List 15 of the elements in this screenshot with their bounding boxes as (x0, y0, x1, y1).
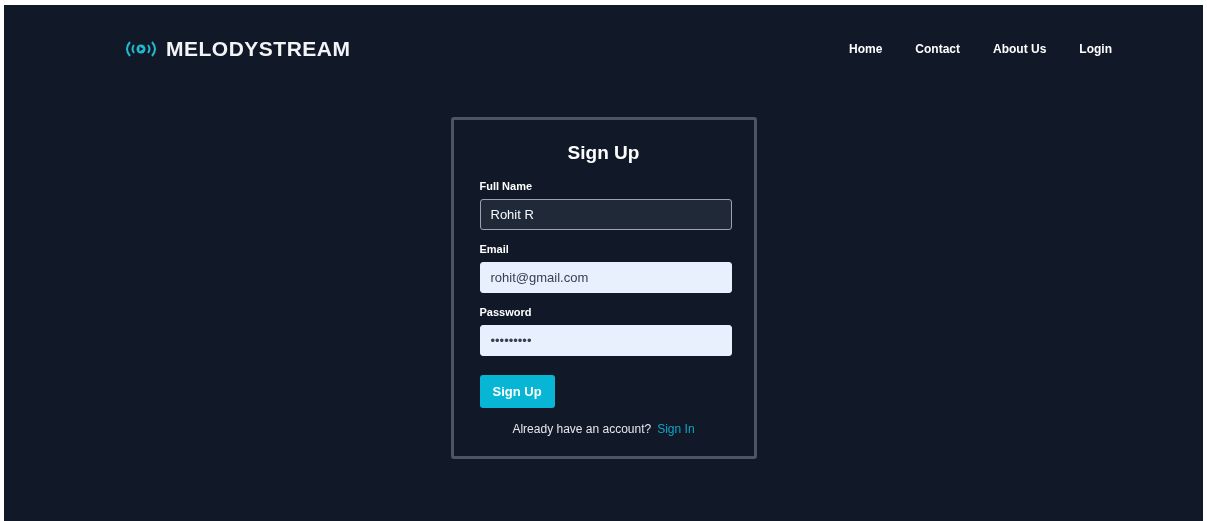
nav-link[interactable]: About Us (993, 42, 1047, 56)
field-label: Full Name (479, 180, 533, 192)
input-field[interactable]: rohit@gmail.com (479, 262, 732, 293)
form-title: Sign Up (566, 142, 641, 164)
brand-name: MELODYSTREAM (166, 37, 351, 61)
input-field[interactable]: ••••••••• (479, 325, 732, 356)
account-prompt: Already have an account? (512, 422, 652, 436)
input-field[interactable]: Rohit R (479, 199, 732, 230)
broadcast-play-icon (124, 40, 158, 58)
field-label: Email (479, 243, 509, 255)
signin-link[interactable]: Sign In (657, 422, 695, 436)
nav-link[interactable]: Home (849, 42, 883, 56)
field-label: Password (479, 306, 532, 318)
nav-link[interactable]: Login (1079, 42, 1112, 56)
nav-link[interactable]: Contact (915, 42, 960, 56)
